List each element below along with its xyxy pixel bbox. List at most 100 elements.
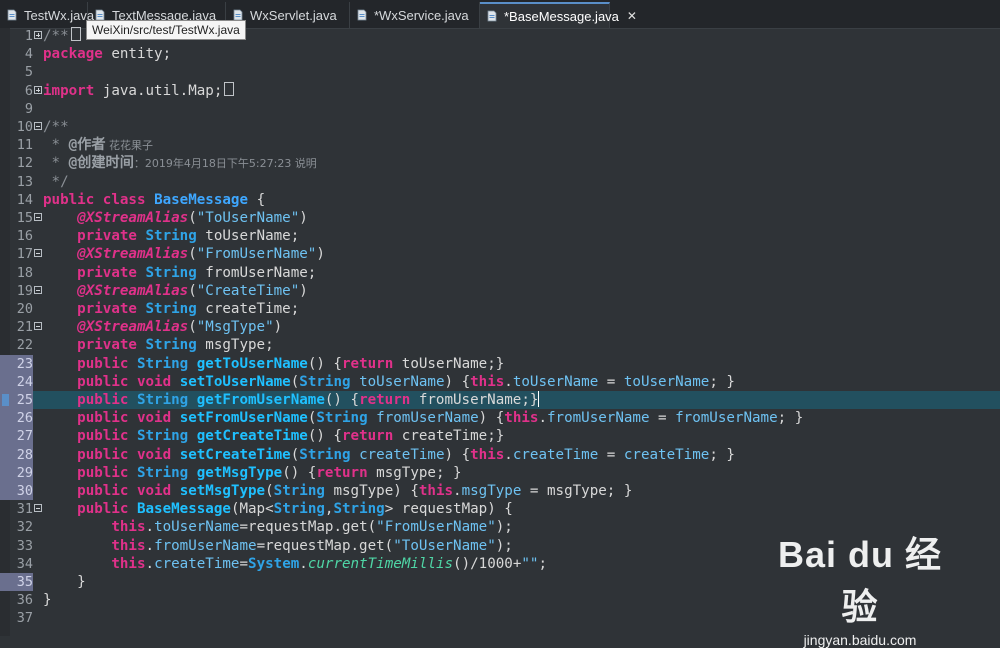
baidu-jingyan-watermark: Bai du 经验 jingyan.baidu.com [770,526,950,648]
code-token: ) { [444,373,471,390]
code-token: toUserName [512,373,599,390]
code-text: /** [43,118,69,136]
code-line[interactable]: 14 public class BaseMessage { [0,191,1000,209]
tab-label: WxServlet.java [250,7,337,23]
code-token: String [273,483,325,499]
code-token: fromUserName [547,410,650,427]
code-token: public [77,483,129,499]
code-line[interactable]: 11 * @作者 花花果子 [0,136,1000,154]
code-token: private [77,337,137,354]
fold-collapse-icon[interactable] [34,322,42,331]
line-number: 6 [24,82,33,99]
code-line[interactable]: 26 public void setFromUserName(String fr… [0,409,1000,428]
code-line[interactable]: 9 [0,100,1000,118]
code-token: . [299,555,308,572]
line-number: 35 [0,573,33,592]
code-token: msgType; [196,337,274,354]
code-token: BaseMessage [136,501,231,518]
code-token: setMsgType [179,483,266,499]
code-line[interactable]: 28 public void setCreateTime(String crea… [0,445,1000,464]
code-line[interactable]: 13 */ [0,173,1000,191]
code-line[interactable]: 30 public void setMsgType(String msgType… [0,482,1000,501]
code-line[interactable]: 27 public String getCreateTime() {return… [0,427,1000,446]
fold-collapse-icon[interactable] [34,249,42,258]
code-token: String [299,446,351,463]
code-text: public void setMsgType(String msgType) {… [43,482,632,500]
code-line[interactable]: 17 @XStreamAlias("FromUserName") [0,245,1000,263]
code-token: . [453,483,462,499]
fold-expand-icon[interactable] [34,85,42,94]
code-text: import java.util.Map; [43,81,235,100]
line-number: 15 [16,210,33,226]
code-line[interactable]: 4 package entity; [0,45,1000,63]
tab-wxservicejava[interactable]: *WxService.java [350,2,480,28]
code-text: public BaseMessage(Map<String,String> re… [43,500,513,518]
code-token: =requestMap.get( [256,537,394,554]
fold-collapse-icon[interactable] [34,285,42,294]
tab-basemessagejava[interactable]: *BaseMessage.java ✕ [480,2,637,28]
code-line[interactable]: 15 @XStreamAlias("ToUserName") [0,209,1000,227]
code-line[interactable]: 10 /** [0,118,1000,136]
code-line[interactable]: 16 private String toUserName; [0,227,1000,245]
code-token: this [111,537,146,554]
line-number: 31 [16,501,33,518]
code-token: setCreateTime [179,446,291,463]
code-line[interactable]: 25 public String getFromUserName() {retu… [0,391,1000,410]
fold-collapse-icon[interactable] [34,504,42,513]
code-token: @XStreamAlias [77,246,189,263]
file-path-tooltip: WeiXin/src/test/TestWx.java [86,20,246,40]
code-token: this [418,483,454,499]
code-line[interactable]: 6 import java.util.Map; [0,81,1000,100]
folded-content-icon[interactable] [224,81,235,96]
tab-testwxjava[interactable]: TestWx.java [0,2,94,28]
code-token: ( [188,210,197,226]
code-line[interactable]: 24 public void setToUserName(String toUs… [0,372,1000,391]
code-line[interactable]: 31 public BaseMessage(Map<String,String>… [0,500,1000,518]
folded-content-icon[interactable] [70,27,81,41]
code-token: void [136,446,172,463]
code-token: import [43,82,95,99]
code-line[interactable]: 22 private String msgType; [0,336,1000,354]
code-text: } [43,573,86,591]
code-line[interactable]: 21 @XStreamAlias("MsgType") [0,318,1000,336]
code-line[interactable]: 5 [0,63,1000,81]
code-token: System [248,555,300,572]
code-token: String [333,501,385,518]
code-text: } [43,591,52,609]
code-line[interactable]: 12 * @创建时间：2019年4月18日下午5:27:23 说明 [0,154,1000,172]
code-token: () { [282,464,317,481]
code-token: public [43,191,95,208]
code-token: fromUserName [675,410,778,427]
code-line[interactable]: 18 private String fromUserName; [0,264,1000,282]
close-icon[interactable]: ✕ [627,9,637,23]
code-token: ) [299,210,308,226]
code-token: String [273,501,325,518]
code-token: @XStreamAlias [77,282,189,299]
line-number: 18 [16,264,33,281]
code-token: fromUserName [154,537,257,554]
code-line[interactable]: 19 @XStreamAlias("CreateTime") [0,282,1000,300]
code-token: private [77,301,137,317]
code-text: private String createTime; [43,300,299,318]
code-line[interactable]: 20 private String createTime; [0,300,1000,318]
code-line[interactable]: 23 public String getToUserName() {return… [0,354,1000,373]
code-line[interactable]: 29 public String getMsgType() {return ms… [0,463,1000,482]
code-token: this [111,519,146,536]
fold-expand-icon[interactable] [34,31,42,39]
fold-collapse-icon[interactable] [34,213,42,221]
code-token: "CreateTime" [196,282,300,299]
code-token: public [77,501,129,518]
code-token: String [316,410,368,427]
line-number: 1 [24,28,33,44]
fold-collapse-icon[interactable] [34,122,42,130]
